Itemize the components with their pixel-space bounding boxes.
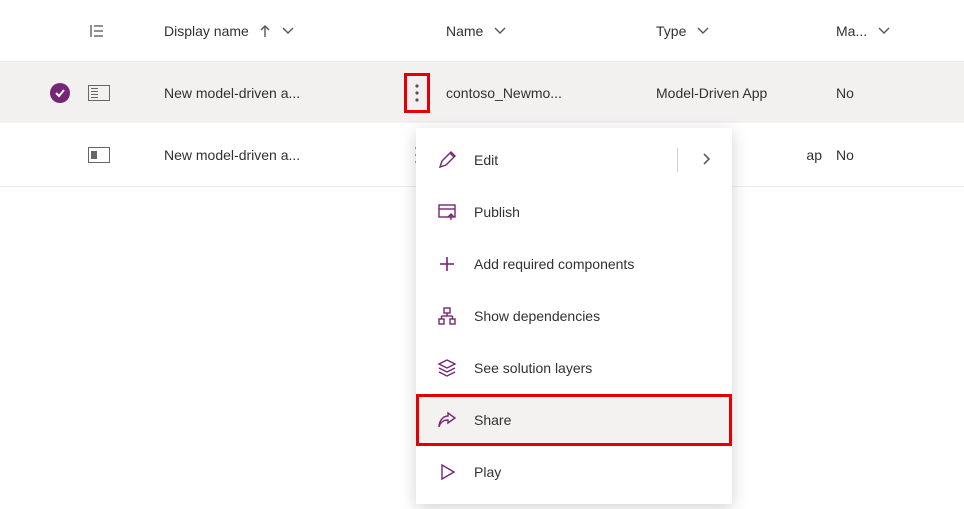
menu-item-publish[interactable]: Publish — [416, 186, 732, 238]
column-header-label: Ma... — [836, 23, 867, 39]
component-type-icon — [88, 85, 146, 101]
submenu-chevron-right-icon[interactable] — [702, 152, 712, 169]
menu-item-see-layers[interactable]: See solution layers — [416, 342, 732, 394]
play-icon — [436, 461, 458, 483]
chevron-down-icon — [493, 26, 507, 36]
column-header-type[interactable]: Type — [656, 23, 836, 39]
chevron-down-icon — [696, 26, 710, 36]
publish-icon — [436, 201, 458, 223]
menu-item-label: Publish — [474, 204, 520, 220]
managed-text: No — [836, 147, 854, 163]
name-text: contoso_Newmo... — [446, 85, 562, 101]
menu-separator — [677, 148, 678, 172]
menu-item-label: Play — [474, 464, 501, 480]
model-driven-app-icon — [88, 85, 110, 101]
cell-name: contoso_Newmo... — [446, 85, 656, 101]
table-row[interactable]: New model-driven a... contoso_Newmo... M… — [0, 62, 964, 124]
menu-item-label: Edit — [474, 152, 498, 168]
cell-managed: No — [836, 85, 964, 101]
display-name-text: New model-driven a... — [164, 85, 300, 101]
column-header-name[interactable]: Name — [446, 23, 656, 39]
menu-item-label: Share — [474, 412, 511, 428]
menu-item-add-required[interactable]: Add required components — [416, 238, 732, 290]
type-text: Model-Driven App — [656, 85, 767, 101]
menu-item-label: See solution layers — [474, 360, 592, 376]
table-header-row: Display name Name Type Ma... — [0, 0, 964, 62]
dependencies-icon — [436, 305, 458, 327]
sort-ascending-icon — [259, 24, 271, 38]
more-actions-button[interactable] — [406, 75, 428, 111]
type-text: ap — [806, 147, 822, 163]
model-driven-app-icon — [88, 147, 110, 163]
checkmark-icon — [50, 83, 70, 103]
chevron-down-icon — [281, 26, 295, 36]
column-header-label: Display name — [164, 23, 249, 39]
cell-display-name: New model-driven a... — [146, 137, 446, 173]
cell-display-name: New model-driven a... — [146, 75, 446, 111]
menu-item-share[interactable]: Share — [416, 394, 732, 446]
share-icon — [436, 409, 458, 431]
chevron-down-icon — [877, 26, 891, 36]
column-header-managed[interactable]: Ma... — [836, 23, 964, 39]
menu-item-edit[interactable]: Edit — [416, 134, 732, 186]
display-name-text: New model-driven a... — [164, 147, 300, 163]
cell-type: Model-Driven App — [656, 85, 836, 101]
column-header-label: Name — [446, 23, 483, 39]
menu-item-label: Show dependencies — [474, 308, 600, 324]
row-context-menu: Edit Publish Add required components — [416, 128, 732, 504]
cell-managed: No — [836, 147, 964, 163]
component-type-icon — [88, 147, 146, 163]
column-header-label: Type — [656, 23, 686, 39]
managed-text: No — [836, 85, 854, 101]
row-selected-indicator[interactable] — [32, 83, 88, 103]
column-header-display-name[interactable]: Display name — [146, 23, 446, 39]
menu-item-label: Add required components — [474, 256, 634, 272]
edit-icon — [436, 149, 458, 171]
menu-item-play[interactable]: Play — [416, 446, 732, 498]
layers-icon — [436, 357, 458, 379]
menu-item-show-dependencies[interactable]: Show dependencies — [416, 290, 732, 342]
plus-icon — [436, 253, 458, 275]
column-component-type-icon[interactable] — [88, 22, 146, 40]
